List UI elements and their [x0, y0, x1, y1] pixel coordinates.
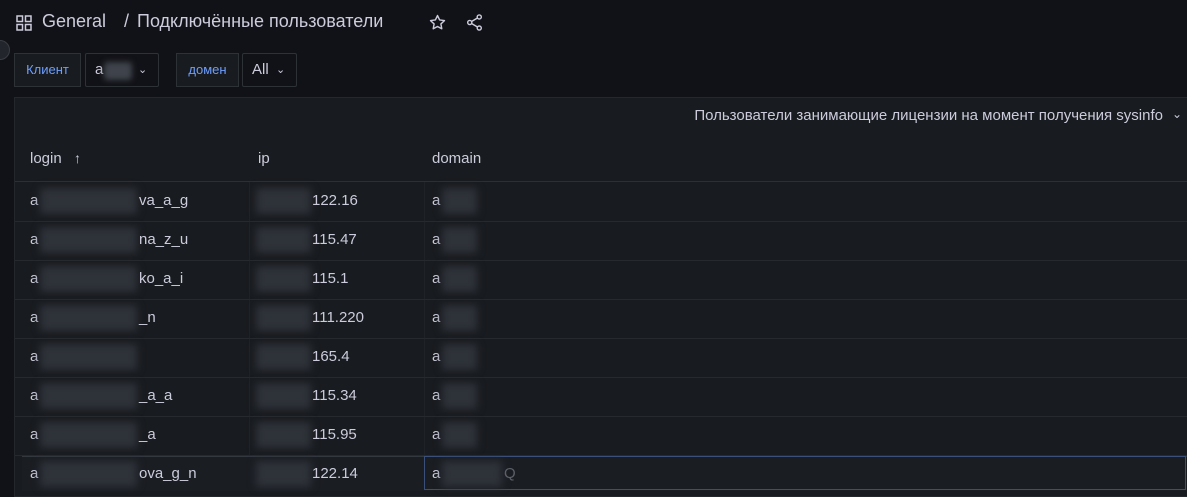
redacted-ip	[256, 188, 311, 214]
login-cell-start: a	[30, 426, 39, 443]
redacted-value	[104, 62, 132, 80]
redacted-ip	[256, 422, 311, 448]
variable-label-client: Клиент	[14, 53, 81, 87]
domain-cell-start: a	[432, 387, 441, 404]
breadcrumb-separator: /	[124, 11, 130, 31]
domain-cell-start: a	[432, 348, 441, 365]
ip-cell: 115.1	[312, 270, 349, 287]
login-cell-end: _a	[139, 426, 156, 443]
redacted-login	[40, 266, 137, 292]
login-cell-end: _a_a	[139, 387, 173, 404]
domain-select-value: All	[252, 61, 269, 78]
panel-menu-chevron-icon[interactable]: ⌄	[1172, 107, 1182, 121]
domain-cell-start: a	[432, 426, 441, 443]
login-cell-end: ova_g_n	[139, 465, 197, 482]
client-select[interactable]: a ⌄	[85, 53, 159, 87]
ip-cell: 122.16	[312, 192, 358, 209]
redacted-ip	[256, 344, 311, 370]
panel-title[interactable]: Пользователи занимающие лицензии на моме…	[694, 107, 1163, 124]
redacted-login	[40, 422, 137, 448]
login-cell-start: a	[30, 192, 39, 209]
domain-cell-start: a	[432, 309, 441, 326]
redacted-domain	[442, 344, 477, 370]
table-row[interactable]	[15, 338, 1187, 376]
login-cell-start: a	[30, 348, 39, 365]
star-icon[interactable]	[428, 13, 447, 32]
sort-ascending-icon: ↑	[74, 150, 81, 166]
login-cell-end: va_a_g	[139, 192, 189, 209]
redacted-login	[40, 227, 137, 253]
ip-cell: 115.95	[312, 426, 357, 443]
domain-cell-start: a	[432, 231, 441, 248]
redacted-ip	[256, 383, 311, 409]
table-row[interactable]	[15, 182, 1187, 220]
share-icon[interactable]	[465, 13, 484, 32]
redacted-domain	[442, 266, 477, 292]
ip-cell: 111.220	[312, 309, 364, 326]
login-cell-end: _n	[139, 309, 156, 326]
table-row[interactable]	[15, 221, 1187, 259]
table-row[interactable]	[15, 299, 1187, 337]
redacted-domain	[442, 422, 477, 448]
grid-icon[interactable]	[16, 15, 32, 31]
ip-cell: 122.14	[312, 465, 358, 482]
column-header-domain[interactable]: domain	[432, 150, 481, 167]
redacted-domain	[442, 461, 502, 487]
redacted-domain	[442, 383, 477, 409]
login-cell-end: na_z_u	[139, 231, 189, 248]
ip-cell: 115.34	[312, 387, 357, 404]
page-title: Подключённые пользователи	[137, 11, 384, 31]
redacted-login	[40, 383, 137, 409]
redacted-login	[40, 344, 137, 370]
domain-cell-start: a	[432, 465, 441, 482]
redacted-ip	[256, 461, 311, 487]
domain-cell-start: a	[432, 270, 441, 287]
table-row[interactable]	[15, 416, 1187, 454]
column-header-login[interactable]: login	[30, 150, 62, 167]
top-bar: General / Подключённые пользователи	[0, 0, 1187, 46]
domain-cell-start: a	[432, 192, 441, 209]
redacted-login	[40, 305, 137, 331]
chevron-down-icon: ⌄	[276, 64, 286, 76]
login-cell-start: a	[30, 387, 39, 404]
breadcrumb-folder[interactable]: General	[42, 11, 106, 32]
redacted-domain	[442, 188, 477, 214]
redacted-domain	[442, 227, 477, 253]
client-select-value: a	[95, 61, 104, 78]
ip-cell: 115.47	[312, 231, 357, 248]
column-header-ip[interactable]: ip	[258, 150, 270, 167]
redacted-ip	[256, 227, 311, 253]
table-row[interactable]	[15, 377, 1187, 415]
redacted-login	[40, 188, 137, 214]
login-cell-start: a	[30, 309, 39, 326]
table-row[interactable]	[15, 260, 1187, 298]
login-cell-start: a	[30, 231, 39, 248]
domain-select[interactable]: All ⌄	[242, 53, 297, 87]
domain-cell-end: Q	[504, 465, 516, 482]
variable-label-domain: домен	[176, 53, 239, 87]
login-cell-end: ko_a_i	[139, 270, 184, 287]
redacted-ip	[256, 305, 311, 331]
redacted-login	[40, 461, 137, 487]
redacted-domain	[442, 305, 477, 331]
login-cell-start: a	[30, 465, 39, 482]
ip-cell: 165.4	[312, 348, 350, 365]
redacted-ip	[256, 266, 311, 292]
login-cell-start: a	[30, 270, 39, 287]
chevron-down-icon: ⌄	[138, 64, 148, 76]
